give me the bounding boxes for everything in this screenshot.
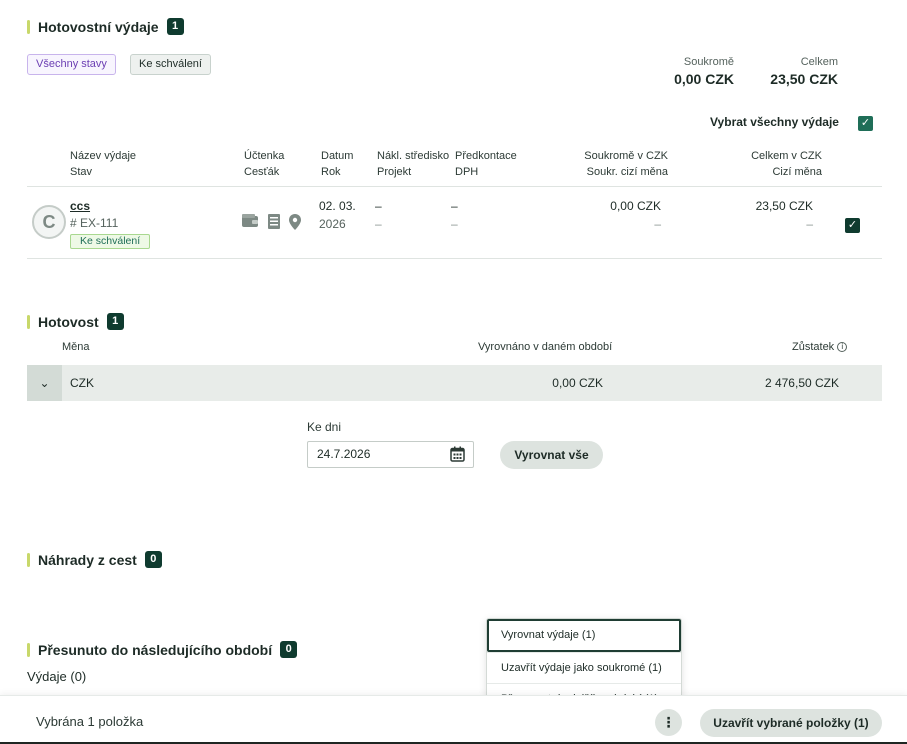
travel-title: Náhrady z cest <box>38 551 137 568</box>
cash-balance-value: 2 476,50 CZK <box>764 376 839 390</box>
more-actions-icon[interactable]: ⋮ <box>655 709 682 736</box>
moved-count-badge: 0 <box>280 641 298 658</box>
expense-project: – <box>375 217 382 231</box>
expense-date: 02. 03. <box>319 199 356 213</box>
date-label: Ke dni <box>307 420 342 434</box>
header-state: Stav <box>70 166 93 178</box>
moved-expenses: Výdaje (0) <box>27 669 87 684</box>
expense-year: 2026 <box>319 217 346 231</box>
menu-item-settle-expenses[interactable]: Vyrovnat výdaje (1) <box>487 619 681 652</box>
header-total-czk: Celkem v CZK <box>751 150 822 162</box>
private-total-value: 0,00 CZK <box>674 71 734 87</box>
wallet-icon[interactable] <box>241 213 259 229</box>
expense-total-czk: 23,50 CZK <box>755 199 813 213</box>
header-cestak: Cesťák <box>244 166 280 178</box>
cash-col-balance: Zůstatek i <box>792 341 848 353</box>
cash-settled-value: 0,00 CZK <box>552 376 603 390</box>
expenses-title: Hotovostní výdaje <box>38 18 159 35</box>
expense-name[interactable]: ccs <box>70 199 90 213</box>
filter-for-approval[interactable]: Ke schválení <box>130 54 211 75</box>
header-project: Projekt <box>377 166 412 178</box>
avatar: C <box>32 205 66 239</box>
cash-col-settled: Vyrovnáno v daném období <box>478 341 613 353</box>
table-divider <box>27 186 882 187</box>
col-header-name: Název výdaje Stav <box>70 148 136 180</box>
header-vat: DPH <box>455 166 479 178</box>
settle-all-button[interactable]: Vyrovnat vše <box>500 441 603 469</box>
expense-private-czk: 0,00 CZK <box>610 199 661 213</box>
grand-total-value: 23,50 CZK <box>770 71 838 87</box>
selected-count: Vybrána 1 položka <box>36 714 144 729</box>
header-precontact: Předkontace <box>455 150 517 162</box>
expense-private-foreign: – <box>654 217 661 231</box>
cash-row: ⌄ CZK 0,00 CZK 2 476,50 CZK <box>27 365 882 401</box>
table-divider <box>27 258 882 259</box>
col-header-precontact: Předkontace DPH <box>455 148 517 180</box>
status-badge: Ke schválení <box>70 234 151 249</box>
header-date: Datum <box>321 150 354 162</box>
calendar-icon[interactable] <box>450 446 465 462</box>
section-accent <box>27 19 30 34</box>
receipt-icon[interactable] <box>267 213 281 230</box>
expense-vat: – <box>451 217 458 231</box>
travel-section-title: Náhrady z cest 0 <box>27 551 162 568</box>
info-icon[interactable]: i <box>837 342 848 353</box>
header-name: Název výdaje <box>70 150 137 162</box>
menu-item-close-as-private[interactable]: Uzavřít výdaje jako soukromé (1) <box>487 652 681 683</box>
expenses-count-badge: 1 <box>166 18 184 35</box>
moved-title: Přesunuto do následujícího období <box>38 641 273 658</box>
select-all-checkbox[interactable]: ✓ <box>858 116 873 131</box>
expand-toggle[interactable]: ⌄ <box>27 365 62 401</box>
grand-total: Celkem 23,50 CZK <box>755 56 838 87</box>
footer-bar: Vybrána 1 položka ⋮ Uzavřít vybrané polo… <box>0 695 907 744</box>
expense-total-foreign: – <box>806 217 813 231</box>
private-total: Soukromě 0,00 CZK <box>660 56 734 87</box>
expense-precontact: – <box>451 199 458 213</box>
chevron-down-icon: ⌄ <box>39 376 50 390</box>
location-pin-icon[interactable] <box>288 213 302 231</box>
header-foreign: Cizí měna <box>772 166 822 178</box>
date-value: 24.7.2026 <box>317 447 371 461</box>
col-header-total: Celkem v CZK Cizí měna <box>730 148 822 180</box>
section-accent <box>27 642 30 657</box>
header-year: Rok <box>321 166 341 178</box>
header-private-czk: Soukromě v CZK <box>584 150 668 162</box>
grand-total-label: Celkem <box>800 56 838 68</box>
header-cost-center: Nákl. středisko <box>377 150 450 162</box>
expense-cost-center: – <box>375 199 382 213</box>
expense-name-link[interactable]: ccs <box>70 198 90 215</box>
col-header-receipt: Účtenka Cesťák <box>244 148 284 180</box>
expense-code: # EX-111 <box>70 216 119 230</box>
cash-col-currency: Měna <box>62 341 90 353</box>
travel-count-badge: 0 <box>144 551 162 568</box>
section-accent <box>27 314 30 329</box>
private-total-label: Soukromě <box>683 56 734 68</box>
expense-row-checkbox[interactable]: ✓ <box>845 218 860 233</box>
select-all-label: Vybrat všechny výdaje <box>710 115 839 129</box>
section-accent <box>27 552 30 567</box>
col-header-cost-center: Nákl. středisko Projekt <box>377 148 449 180</box>
col-header-private: Soukromě v CZK Soukr. cizí měna <box>560 148 668 180</box>
close-selected-button[interactable]: Uzavřít vybrané položky (1) <box>700 709 882 737</box>
expenses-section-title: Hotovostní výdaje 1 <box>27 18 184 35</box>
date-field[interactable]: 24.7.2026 <box>307 441 474 468</box>
filter-all-states[interactable]: Všechny stavy <box>27 54 116 75</box>
cash-col-balance-label: Zůstatek <box>792 341 835 353</box>
cash-currency: CZK <box>70 376 94 390</box>
header-private-foreign: Soukr. cizí měna <box>586 166 668 178</box>
header-receipt: Účtenka <box>244 150 285 162</box>
moved-section-title: Přesunuto do následujícího období 0 <box>27 641 298 658</box>
cash-count-badge: 1 <box>106 313 124 330</box>
col-header-date: Datum Rok <box>321 148 353 180</box>
cash-title: Hotovost <box>38 313 99 330</box>
cash-section-title: Hotovost 1 <box>27 313 124 330</box>
